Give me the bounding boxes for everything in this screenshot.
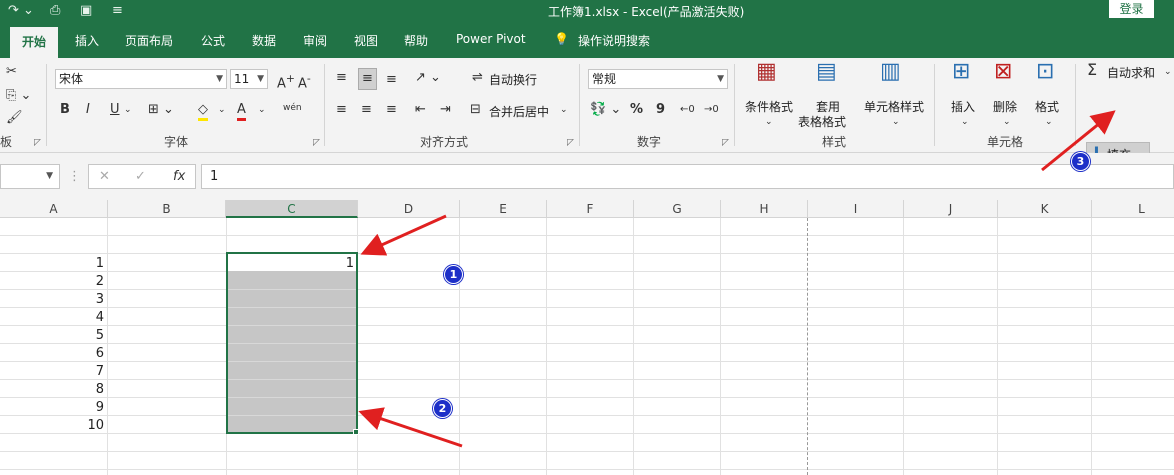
step-badge-3: 3 — [1071, 152, 1090, 171]
step-badge-2: 2 — [433, 399, 452, 418]
step-badge-1: 1 — [444, 265, 463, 284]
arrow-1 — [360, 214, 447, 256]
annotation-arrows — [358, 110, 1116, 448]
arrow-2 — [358, 407, 463, 448]
